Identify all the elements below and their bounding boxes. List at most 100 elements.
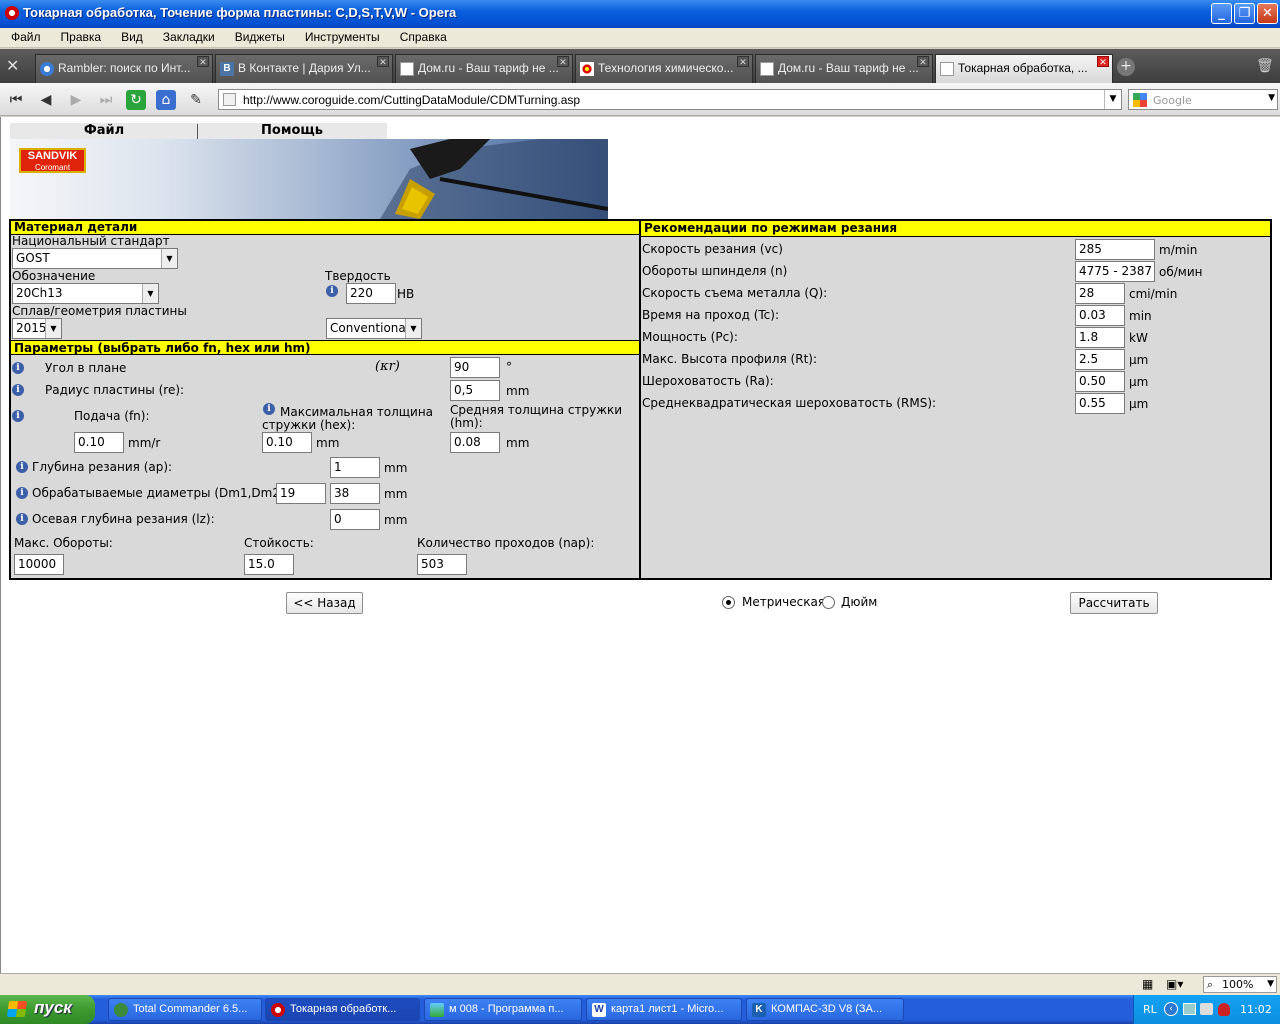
max-rpm-input[interactable]: 10000 <box>14 554 64 575</box>
info-icon[interactable]: i <box>16 461 28 473</box>
national-standard-select[interactable]: GOST ▼ <box>12 248 178 269</box>
info-icon[interactable]: i <box>326 285 338 297</box>
tab-close-icon[interactable]: ✕ <box>557 56 569 67</box>
passes-input[interactable]: 503 <box>417 554 467 575</box>
task-total-commander[interactable]: Total Commander 6.5... <box>108 998 262 1021</box>
close-button[interactable]: ✕ <box>1257 3 1278 24</box>
angle-input[interactable]: 90 <box>450 357 500 378</box>
menu-view[interactable]: Вид <box>110 28 152 44</box>
hex-label: Максимальная толщина <box>280 405 434 419</box>
menu-bookmarks[interactable]: Закладки <box>152 28 224 44</box>
menu-edit[interactable]: Правка <box>50 28 111 44</box>
alloy-select[interactable]: 2015 ▼ <box>12 318 62 339</box>
tab-technology[interactable]: Технология химическо... ✕ <box>575 54 753 83</box>
depth-input[interactable]: 1 <box>330 457 380 478</box>
removal-rate-output[interactable]: 28 <box>1075 283 1125 304</box>
page-icon <box>760 62 774 76</box>
info-icon[interactable]: i <box>263 403 275 415</box>
tool-life-input[interactable]: 15.0 <box>244 554 294 575</box>
rms-roughness-output[interactable]: 0.55 <box>1075 393 1125 414</box>
search-dropdown-icon[interactable]: ▼ <box>1268 93 1275 103</box>
spindle-speed-output[interactable]: 4775 - 2387 <box>1075 261 1155 282</box>
edit-icon[interactable]: ✎ <box>186 90 206 110</box>
angle-symbol: (κr) <box>375 359 400 374</box>
info-icon[interactable]: i <box>12 410 24 422</box>
task-program[interactable]: м 008 - Программа п... <box>424 998 582 1021</box>
tab-close-icon[interactable]: ✕ <box>737 56 749 67</box>
tab-rambler[interactable]: Rambler: поиск по Инт... ✕ <box>35 54 213 83</box>
volume-icon[interactable] <box>1200 1003 1213 1015</box>
diameter-1-input[interactable]: 19 <box>276 483 326 504</box>
trash-icon[interactable]: 🗑 <box>1256 58 1274 76</box>
back-icon[interactable]: ◀ <box>36 90 56 110</box>
info-icon[interactable]: i <box>16 487 28 499</box>
pass-time-output[interactable]: 0.03 <box>1075 305 1125 326</box>
task-opera[interactable]: Токарная обработк... <box>265 998 420 1021</box>
info-icon[interactable]: i <box>12 362 24 374</box>
site-menu-help[interactable]: Помощь <box>198 123 386 138</box>
radius-input[interactable]: 0,5 <box>450 380 500 401</box>
tab-close-icon[interactable]: ✕ <box>1097 56 1109 67</box>
tab-domru-2[interactable]: Дом.ru - Ваш тариф не ... ✕ <box>755 54 933 83</box>
address-toolbar: ⏮ ◀ ▶ ⏭ ↻ ⌂ ✎ http://www.coroguide.com/C… <box>0 83 1280 116</box>
forward-icon[interactable]: ▶ <box>66 90 86 110</box>
rewind-icon[interactable]: ⏮ <box>6 90 26 110</box>
task-kompas[interactable]: K КОМПАС-3D V8 (ЗА... <box>746 998 904 1021</box>
windows-flag-icon <box>6 1001 28 1017</box>
roughness-output[interactable]: 0.50 <box>1075 371 1125 392</box>
tools-icon[interactable]: ✕ <box>6 56 28 76</box>
menu-widgets[interactable]: Виджеты <box>224 28 294 44</box>
tab-turning-active[interactable]: Токарная обработка, ... ✕ <box>935 54 1113 83</box>
hex-unit: mm <box>316 436 340 450</box>
calculate-button[interactable]: Рассчитать <box>1070 592 1158 614</box>
fast-forward-icon[interactable]: ⏭ <box>96 90 116 110</box>
zoom-select[interactable]: ⌕ 100% ▼ <box>1203 976 1277 993</box>
tab-close-icon[interactable]: ✕ <box>377 56 389 67</box>
designation-select[interactable]: 20Ch13 ▼ <box>12 283 159 304</box>
profile-height-output[interactable]: 2.5 <box>1075 349 1125 370</box>
hex-input[interactable]: 0.10 <box>262 432 312 453</box>
feed-input[interactable]: 0.10 <box>74 432 124 453</box>
antivirus-icon[interactable] <box>1218 1003 1230 1016</box>
inch-radio[interactable] <box>822 596 835 609</box>
url-dropdown-icon[interactable]: ▼ <box>1104 90 1121 109</box>
power-output[interactable]: 1.8 <box>1075 327 1125 348</box>
cutting-speed-output[interactable]: 285 <box>1075 239 1155 260</box>
image-icon[interactable]: ▣▾ <box>1166 977 1183 991</box>
result-unit: m/min <box>1159 243 1198 257</box>
cutting-tool-image <box>380 139 608 219</box>
site-menu-file[interactable]: Файл <box>10 123 198 138</box>
panels-icon[interactable]: ▦ <box>1142 977 1153 991</box>
menu-help[interactable]: Справка <box>389 28 456 44</box>
new-tab-icon[interactable]: + <box>1117 58 1135 76</box>
url-input[interactable]: http://www.coroguide.com/CuttingDataModu… <box>218 89 1122 110</box>
window-titlebar[interactable]: Токарная обработка, Точение форма пласти… <box>0 0 1280 28</box>
menu-file[interactable]: Файл <box>0 28 50 44</box>
language-indicator[interactable]: RL <box>1143 1003 1157 1016</box>
back-button[interactable]: << Назад <box>286 592 363 614</box>
hm-input[interactable]: 0.08 <box>450 432 500 453</box>
info-icon[interactable]: i <box>12 384 24 396</box>
tab-domru-1[interactable]: Дом.ru - Ваш тариф не ... ✕ <box>395 54 573 83</box>
network-icon[interactable] <box>1183 1003 1196 1015</box>
start-button[interactable]: пуск <box>0 995 95 1024</box>
minimize-button[interactable]: _ <box>1211 3 1232 24</box>
home-icon[interactable]: ⌂ <box>156 90 176 110</box>
reload-icon[interactable]: ↻ <box>126 90 146 110</box>
info-icon[interactable]: i <box>16 513 28 525</box>
clock[interactable]: 11:02 <box>1240 1003 1272 1016</box>
mode-select[interactable]: Conventional ▼ <box>326 318 422 339</box>
search-input[interactable]: Google ▼ <box>1128 89 1278 110</box>
menu-tools[interactable]: Инструменты <box>294 28 389 44</box>
diameter-2-input[interactable]: 38 <box>330 483 380 504</box>
tray-chevron-icon[interactable]: ‹ <box>1164 1002 1178 1016</box>
tab-vkontakte[interactable]: B В Контакте | Дария Ул... ✕ <box>215 54 393 83</box>
hardness-input[interactable]: 220 <box>346 283 396 304</box>
axial-depth-input[interactable]: 0 <box>330 509 380 530</box>
tab-close-icon[interactable]: ✕ <box>917 56 929 67</box>
metric-radio[interactable] <box>722 596 735 609</box>
tab-close-icon[interactable]: ✕ <box>197 56 209 67</box>
window-title: Токарная обработка, Точение форма пласти… <box>23 5 457 20</box>
maximize-button[interactable]: ❐ <box>1234 3 1255 24</box>
task-word[interactable]: W карта1 лист1 - Micro... <box>586 998 742 1021</box>
